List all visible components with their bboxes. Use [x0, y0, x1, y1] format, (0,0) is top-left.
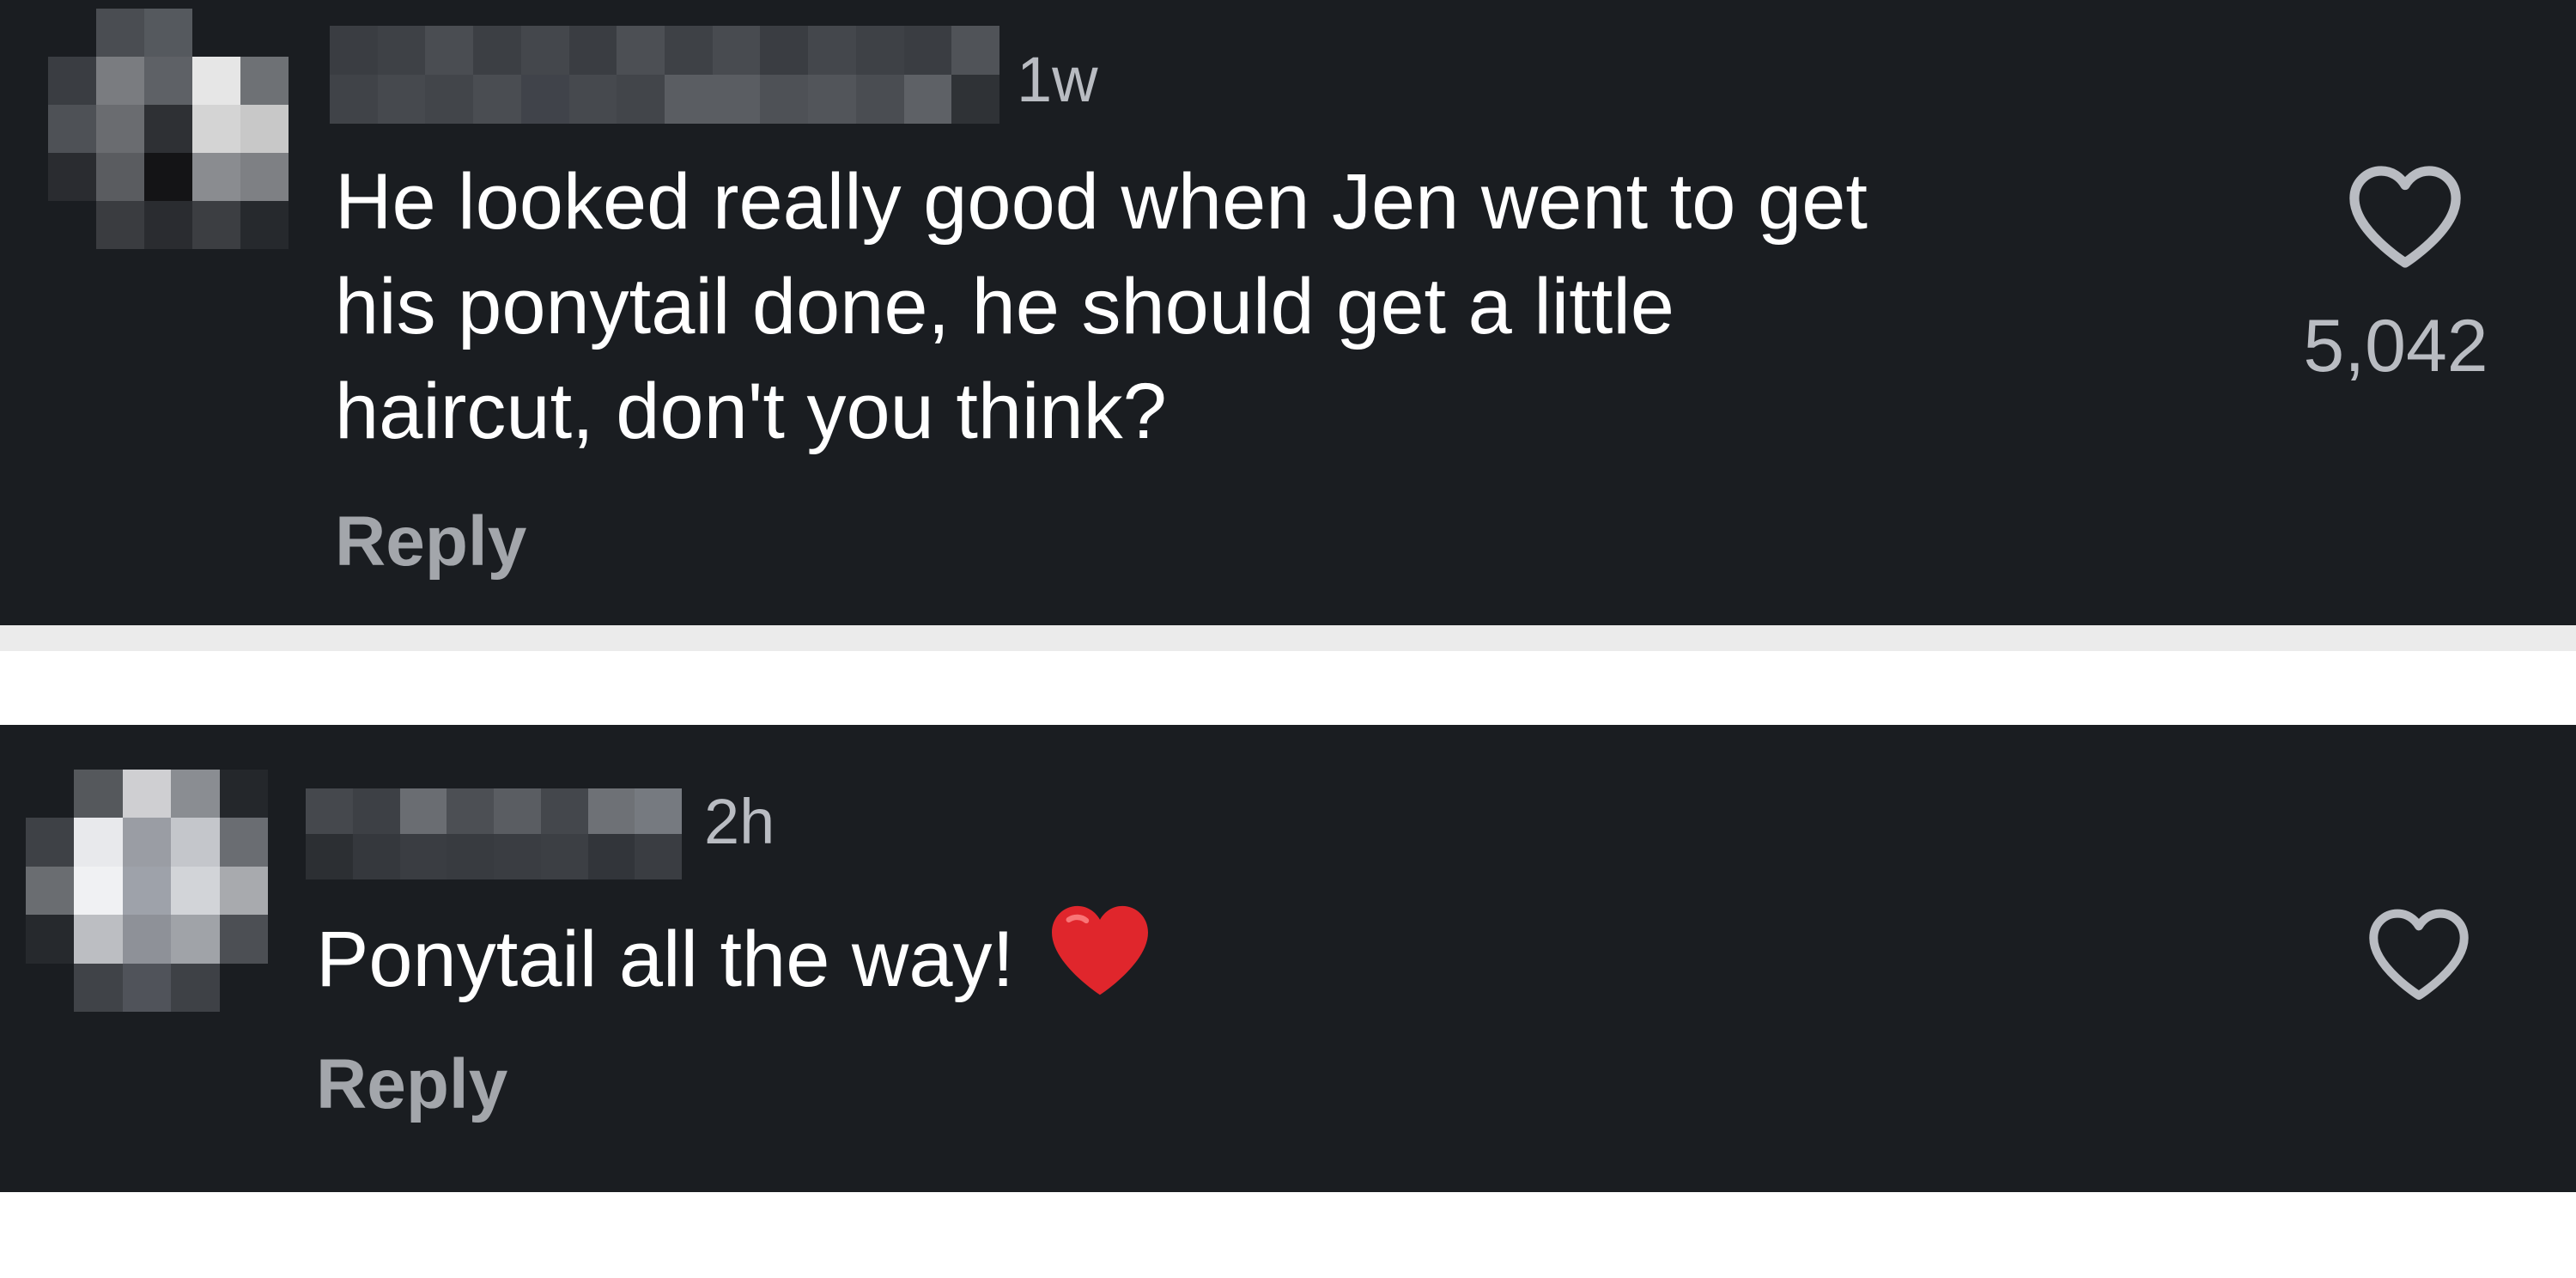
heart-outline-icon[interactable]	[2342, 160, 2468, 271]
red-heart-emoji	[1052, 905, 1149, 995]
comment-text: He looked really good when Jen went to g…	[335, 149, 1868, 464]
comment-text-line: his ponytail done, he should get a littl…	[335, 263, 1674, 350]
avatar[interactable]	[26, 770, 268, 1012]
like-count: 5,042	[2303, 305, 2488, 387]
comment-1: 1w He looked really good when Jen went t…	[0, 0, 2576, 625]
comment-text: Ponytail all the way!	[316, 897, 1155, 1012]
divider	[0, 625, 2576, 651]
heart-outline-icon[interactable]	[2363, 904, 2475, 1003]
avatar[interactable]	[48, 9, 289, 249]
comment-text-line: haircut, don't you think?	[335, 368, 1167, 455]
comment-timestamp: 1w	[1017, 44, 1098, 115]
reply-button[interactable]: Reply	[335, 507, 526, 577]
comment-text-content: Ponytail all the way!	[316, 916, 1015, 1003]
username-redacted[interactable]	[330, 26, 999, 124]
comment-text-line: He looked really good when Jen went to g…	[335, 158, 1868, 246]
comment-timestamp: 2h	[704, 786, 775, 857]
reply-button[interactable]: Reply	[316, 1050, 507, 1120]
username-redacted[interactable]	[306, 788, 682, 879]
